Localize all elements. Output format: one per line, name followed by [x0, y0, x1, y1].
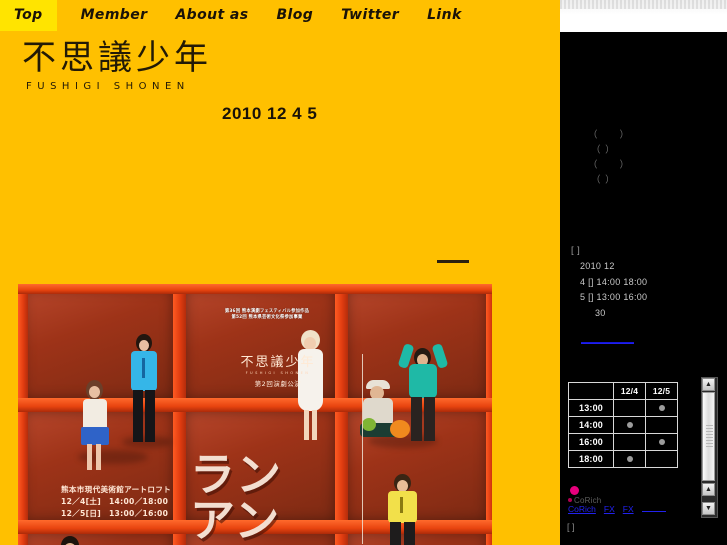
- poster-venue-name: 熊本市現代美術館アートロフト: [61, 485, 172, 494]
- main-navigation: Top Member About as Blog Twitter Link: [0, 0, 560, 31]
- table-row: 13:00: [568, 399, 678, 417]
- nav-item-blog[interactable]: Blog: [262, 0, 327, 31]
- inner-scrollbar[interactable]: ▲ ▲ ▼: [701, 377, 718, 518]
- nav-item-link[interactable]: Link: [413, 0, 476, 31]
- showtime-dot: [658, 439, 665, 445]
- sidebar-reservation-link[interactable]: [581, 342, 634, 344]
- table-col-12-5: 12/5: [645, 382, 678, 400]
- table-cell-1400-125: [645, 416, 678, 434]
- scrollbar-thumb[interactable]: [702, 392, 715, 481]
- sidebar-schedule-row-2: 5 [] 13:00 16:00: [580, 292, 648, 302]
- sidebar-schedule-period: 2010 12: [580, 261, 615, 271]
- scroll-up-arrow-icon[interactable]: ▲: [702, 378, 715, 391]
- scroll-up-arrow-2-icon[interactable]: ▲: [702, 483, 715, 496]
- poster-figure-7: [56, 536, 86, 545]
- table-corner-cell: [568, 382, 614, 400]
- poster-figure-4: [356, 380, 410, 442]
- poster-figure-1: [74, 380, 120, 472]
- sidebar-schedule-row-1: 4 [] 14:00 18:00: [580, 276, 648, 287]
- table-cell-1800-124: [613, 450, 646, 468]
- trailing-link-underline[interactable]: [641, 503, 666, 512]
- table-row: 16:00: [568, 433, 678, 451]
- sidebar-cast-line-5: （ ）: [591, 175, 616, 186]
- table-row: 18:00: [568, 450, 678, 468]
- sidebar-footer-text: [ ]: [567, 522, 575, 532]
- table-col-12-4: 12/4: [613, 382, 646, 400]
- nav-item-member[interactable]: Member: [67, 0, 162, 31]
- table-header-row: 12/4 12/5: [568, 382, 678, 400]
- showtime-dot: [658, 405, 665, 411]
- site-logo-romaji: FUSHIGI SHONEN: [26, 81, 190, 92]
- nav-item-about-as[interactable]: About as: [161, 0, 262, 31]
- sidebar-cast-line-2: （ ）: [591, 145, 616, 156]
- table-cell-1300-125: [645, 399, 678, 417]
- poster-figure-5: [397, 343, 449, 444]
- site-logo[interactable]: 不思議少年 FUSHIGI SHONEN: [22, 38, 352, 92]
- scroll-down-arrow-icon[interactable]: ▼: [702, 502, 715, 515]
- corich-bullet-icon: [570, 486, 579, 495]
- horizontal-divider: [437, 260, 469, 263]
- table-cell-1800-125: [645, 450, 678, 468]
- table-cell-1400-124: [613, 416, 646, 434]
- sidebar-showtime-table: 12/4 12/5 13:00 14:00 16:00 18:00: [568, 382, 678, 468]
- showtime-dot: [626, 422, 633, 428]
- poster-figure-2: [124, 334, 164, 444]
- poster-logo: 不思議少年 FUSHIGI SHONEN 第2回演劇公演: [218, 355, 338, 388]
- sidebar-schedule-block: [ ] 2010 12 4 [] 14:00 18:00 5 [] 13:00 …: [560, 243, 727, 321]
- table-time-1400: 14:00: [568, 416, 614, 434]
- poster-logo-japanese: 不思議少年: [240, 355, 316, 370]
- poster-venue-block: 熊本市現代美術館アートロフト 12／4[土] 14:00／18:00 12／5[…: [61, 484, 171, 520]
- fx-link-2[interactable]: FX: [623, 504, 634, 514]
- nav-item-twitter[interactable]: Twitter: [327, 0, 413, 31]
- corich-link-row: CoRich FX FX: [568, 503, 666, 514]
- showtime-dot: [626, 456, 633, 462]
- poster-showtime-2: 12／5[日] 13:00／16:00: [61, 509, 169, 518]
- sidebar-schedule-heading: [ ]: [571, 245, 581, 256]
- table-time-1800: 18:00: [568, 450, 614, 468]
- poster-artwork: 第36回 熊本演劇フェスティバル参加作品 第52回 熊本県芸術文化祭参加事業 不…: [18, 284, 492, 545]
- sidebar-cast-line-1: （ ）: [588, 130, 631, 141]
- sidebar-schedule-row-3: 30: [595, 307, 606, 318]
- table-time-1300: 13:00: [568, 399, 614, 417]
- page-root: Top Member About as Blog Twitter Link 不思…: [0, 0, 727, 545]
- poster-showtime-1: 12／4[土] 14:00／18:00: [61, 497, 169, 506]
- poster-festival-line-2: 第52回 熊本県芸術文化祭参加事業: [231, 315, 303, 321]
- poster-title-katakana: ランアンド: [190, 448, 283, 545]
- table-cell-1600-125: [645, 433, 678, 451]
- sidebar-top-band: [560, 0, 727, 32]
- poster-logo-romaji: FUSHIGI SHONEN: [245, 371, 311, 375]
- fx-link-1[interactable]: FX: [604, 504, 615, 514]
- table-time-1600: 16:00: [568, 433, 614, 451]
- table-row: 14:00: [568, 416, 678, 434]
- corich-link[interactable]: CoRich: [568, 504, 596, 514]
- poster-festival-credits: 第36回 熊本演劇フェスティバル参加作品 第52回 熊本県芸術文化祭参加事業: [207, 309, 327, 322]
- poster-fishing-line: [362, 354, 363, 544]
- nav-item-top[interactable]: Top: [0, 0, 57, 31]
- sidebar-cast-line-4: （ ）: [588, 160, 631, 171]
- table-cell-1300-124: [613, 399, 646, 417]
- table-cell-1600-124: [613, 433, 646, 451]
- poster-figure-6: [382, 474, 424, 545]
- headline-date: 2010 12 4 5: [222, 104, 318, 123]
- corich-mini-dot-icon: [568, 498, 572, 502]
- production-poster[interactable]: 第36回 熊本演劇フェスティバル参加作品 第52回 熊本県芸術文化祭参加事業 不…: [18, 284, 492, 545]
- sidebar-cast-block: （ ） （ ） （ ） （ ）: [560, 128, 727, 188]
- site-logo-japanese: 不思議少年: [22, 38, 212, 78]
- poster-logo-tagline: 第2回演劇公演: [254, 380, 302, 388]
